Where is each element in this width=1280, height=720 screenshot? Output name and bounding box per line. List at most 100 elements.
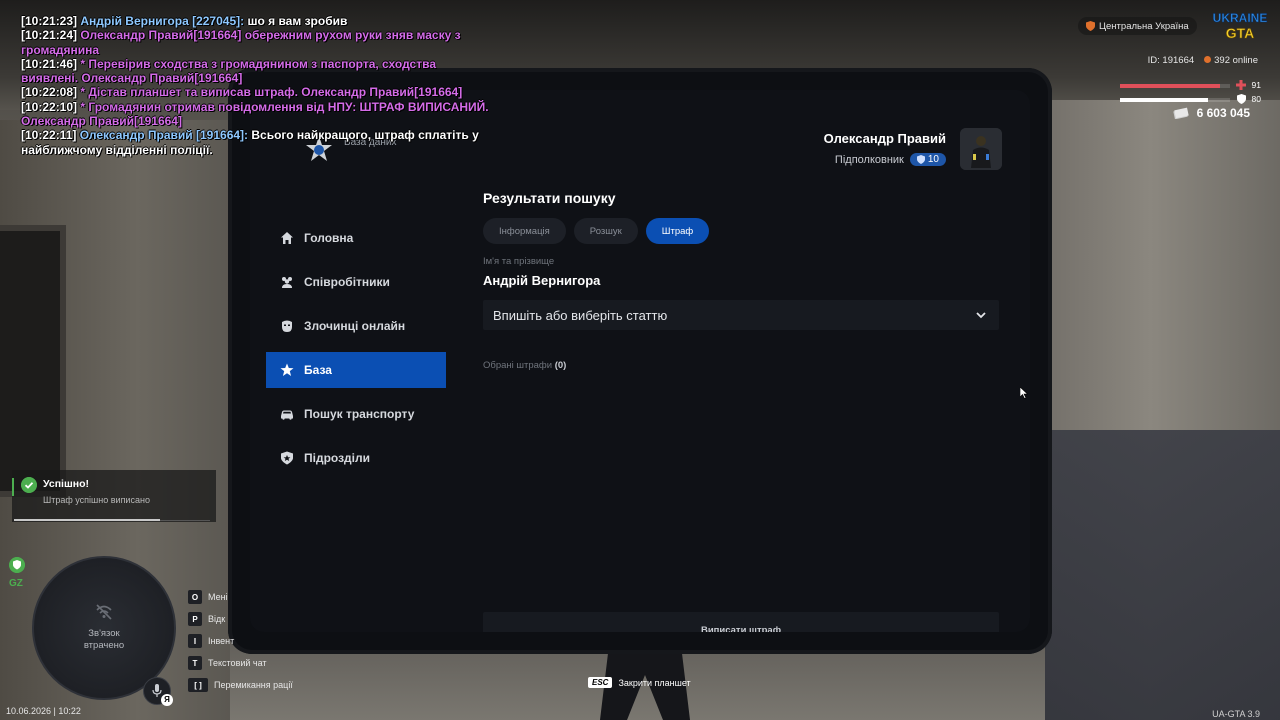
money-icon xyxy=(1172,107,1189,119)
search-results-panel: Результати пошуку Інформація Розшук Штра… xyxy=(483,190,999,632)
notification-progress xyxy=(14,519,160,521)
profile-name: Олександр Правий xyxy=(823,131,946,146)
hotkey-label: Текстовий чат xyxy=(208,658,267,668)
hotkey-list: O Мені P Відк I Інвент T Текстовий чат [ ] Пе… xyxy=(188,587,293,697)
player-info: ID: 191664 392 online xyxy=(1148,55,1258,66)
armor-bar-fill xyxy=(1120,98,1208,102)
armor-shield-icon xyxy=(1237,94,1246,104)
chat-log: [10:21:23] Андрій Вернигора [227045]: шо… xyxy=(21,14,491,157)
check-icon xyxy=(21,477,37,493)
tab-information[interactable]: Інформація xyxy=(483,218,566,244)
svg-text:UKRAINE: UKRAINE xyxy=(1213,11,1268,25)
hotkey-label: Відк xyxy=(208,614,226,624)
tab-fine[interactable]: Штраф xyxy=(645,218,710,244)
online-dot-icon xyxy=(1204,56,1212,63)
success-notification: Успішно! Штраф успішно виписано xyxy=(12,470,216,522)
notification-accent-bar xyxy=(12,478,14,496)
chosen-fines-count: (0) xyxy=(554,360,567,371)
rank-level: 10 xyxy=(927,154,939,165)
chat-line: [10:22:10] * Громадянин отримав повідомл… xyxy=(21,99,489,129)
hotkey-key: I xyxy=(188,634,202,648)
sidebar-item-units[interactable]: Підрозділи xyxy=(266,440,446,476)
armor-value: 80 xyxy=(1251,94,1261,104)
game-version: UA-GTA 3.9 xyxy=(1212,709,1260,719)
hotkey-key: T xyxy=(188,656,202,670)
avatar xyxy=(960,128,1002,170)
article-select-placeholder: Впишіть або виберіть статтю xyxy=(493,307,668,323)
article-select[interactable]: Впишіть або виберіть статтю xyxy=(483,300,999,330)
sidebar-item-home[interactable]: Головна xyxy=(266,220,446,256)
car-icon xyxy=(281,410,293,420)
keyboard-language: Я xyxy=(161,694,173,706)
sidebar-item-vehicle-search[interactable]: Пошук транспорту xyxy=(266,396,446,432)
chevron-down-icon xyxy=(976,312,986,319)
chosen-fines: Обрані штрафи (0) xyxy=(483,360,999,371)
no-signal-icon xyxy=(96,604,112,620)
mouse-cursor-icon xyxy=(1020,387,1028,399)
people-icon xyxy=(282,277,292,288)
chat-line: [10:22:11] Олександр Правий [191664]: Вс… xyxy=(21,128,479,157)
rank-label: Підполковник xyxy=(834,153,904,166)
money-amount: 6 603 045 xyxy=(1196,106,1250,120)
health-bar xyxy=(1120,84,1230,88)
issue-fine-button[interactable]: Виписати штраф xyxy=(483,612,999,632)
hotkey-label: Інвент xyxy=(208,636,235,646)
shield-icon xyxy=(281,451,293,465)
chat-line: [10:21:46] * Перевірив сходства з громад… xyxy=(21,56,437,86)
sidebar-item-label: Пошук транспорту xyxy=(304,407,415,421)
notification-title: Успішно! xyxy=(43,478,89,490)
health-bar-fill xyxy=(1120,84,1221,88)
background-doorway xyxy=(0,225,66,497)
hotkey-label: Мені xyxy=(208,592,228,602)
hotkey-item: [ ] Перемикання рації xyxy=(188,675,293,695)
star-icon xyxy=(280,363,294,376)
officer-avatar-icon xyxy=(960,128,1002,170)
chat-line: [10:21:24] Олександр Правий[191664] обер… xyxy=(21,28,461,57)
close-tablet-hint: ESC Закрити планшет xyxy=(588,677,691,688)
notification-text: Штраф успішно виписано xyxy=(43,495,150,505)
ukraine-gta-logo: UKRAINE GTA xyxy=(1212,11,1268,42)
online-count: 392 online xyxy=(1204,55,1258,66)
chosen-fines-label: Обрані штрафи xyxy=(483,360,553,371)
armor-bar xyxy=(1120,98,1230,102)
zone-label: GZ xyxy=(9,578,23,589)
health-cross-icon xyxy=(1236,80,1246,90)
hotkey-item: T Текстовий чат xyxy=(188,653,293,673)
background-wall-panel xyxy=(1045,430,1280,720)
svg-text:GTA: GTA xyxy=(1226,25,1255,41)
hotkey-item: O Мені xyxy=(188,587,293,607)
shield-icon xyxy=(916,155,925,164)
sidebar-item-criminals-online[interactable]: Злочинці онлайн xyxy=(266,308,446,344)
result-tabs: Інформація Розшук Штраф xyxy=(483,218,999,244)
player-id: ID: 191664 xyxy=(1147,55,1195,66)
page-title: Результати пошуку xyxy=(483,190,616,206)
mask-icon xyxy=(282,320,292,332)
sidebar-item-label: Підрозділи xyxy=(304,451,370,465)
hotkey-item: P Відк xyxy=(188,609,293,629)
sidebar-item-employees[interactable]: Співробітники xyxy=(266,264,446,300)
region-name: Центральна Україна xyxy=(1099,20,1189,32)
green-zone-icon xyxy=(9,557,25,573)
tab-wanted[interactable]: Розшук xyxy=(573,218,638,244)
minimap-status: Зв'язок втрачено xyxy=(83,628,125,651)
chat-line: [10:21:23] Андрій Вернигора [227045]: шо… xyxy=(21,14,348,28)
sidebar-item-label: Співробітники xyxy=(304,275,390,289)
esc-key: ESC xyxy=(588,677,613,688)
sidebar-item-label: База xyxy=(304,363,332,377)
hotkey-key: P xyxy=(188,612,202,626)
full-name-label: Ім'я та прізвище xyxy=(483,256,555,267)
close-tablet-label: Закрити планшет xyxy=(618,677,691,688)
chat-line: [10:22:08] * Дістав планшет та виписав ш… xyxy=(21,85,463,100)
full-name-value: Андрій Вернигора xyxy=(483,273,601,288)
region-shield-icon xyxy=(1086,21,1095,31)
hotkey-key: O xyxy=(188,590,202,604)
hotkey-key: [ ] xyxy=(188,678,208,692)
health-value: 91 xyxy=(1251,80,1261,90)
rank-level-badge: 10 xyxy=(909,153,946,166)
region-badge: Центральна Україна xyxy=(1078,17,1197,35)
money-display: 6 603 045 xyxy=(1172,106,1250,120)
sidebar: Головна Співробітники Злочинці онлайн Ба… xyxy=(266,220,446,484)
microphone-icon xyxy=(152,684,162,697)
sidebar-item-database[interactable]: База xyxy=(266,352,446,388)
hotkey-item: I Інвент xyxy=(188,631,293,651)
